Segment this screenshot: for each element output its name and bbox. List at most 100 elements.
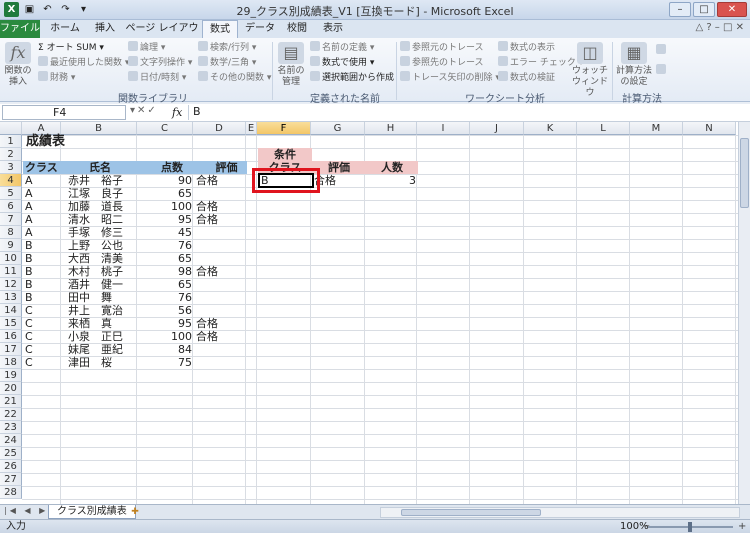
row-header[interactable]: 3: [0, 161, 22, 174]
row-header[interactable]: 19: [0, 369, 22, 382]
check-icon[interactable]: ✓: [147, 105, 157, 116]
criteria-grade-header[interactable]: 評価: [312, 161, 366, 174]
column-header[interactable]: H: [365, 122, 417, 135]
cell-class[interactable]: C: [23, 330, 62, 343]
row-header[interactable]: 2: [0, 148, 22, 161]
cell-grade[interactable]: 合格: [194, 330, 247, 343]
create-from-selection-button[interactable]: 選択範囲から作成: [310, 71, 394, 85]
cell-class[interactable]: A: [23, 226, 62, 239]
row-header[interactable]: 14: [0, 304, 22, 317]
row-header[interactable]: 26: [0, 460, 22, 473]
cell-name[interactable]: 手塚 修三: [62, 226, 138, 239]
row-header[interactable]: 24: [0, 434, 22, 447]
trace-precedents-button[interactable]: 参照元のトレース: [400, 41, 484, 55]
column-header[interactable]: E: [246, 122, 257, 135]
insert-function-button[interactable]: fx 関数の 挿入: [2, 42, 34, 88]
recent-functions-button[interactable]: 最近使用した関数 ▾: [38, 56, 129, 70]
more-functions-button[interactable]: その他の関数 ▾: [198, 71, 271, 85]
cell-score[interactable]: 95: [138, 317, 194, 330]
trace-dependents-button[interactable]: 参照先のトレース: [400, 56, 484, 70]
cell-score[interactable]: 65: [138, 278, 194, 291]
tab-file[interactable]: ファイル: [0, 20, 40, 38]
cell-name[interactable]: 赤井 裕子: [62, 174, 138, 187]
cell-class[interactable]: A: [23, 174, 62, 187]
cell-score[interactable]: 65: [138, 252, 194, 265]
cell-score[interactable]: 76: [138, 239, 194, 252]
row-header[interactable]: 1: [0, 135, 22, 148]
header-score[interactable]: 点数: [138, 161, 194, 174]
row-header[interactable]: 6: [0, 200, 22, 213]
zoom-in-button[interactable]: +: [738, 520, 746, 533]
vertical-scrollbar[interactable]: [738, 122, 750, 504]
cell-grade[interactable]: [194, 239, 247, 252]
cell-grade[interactable]: [194, 252, 247, 265]
row-header[interactable]: 21: [0, 395, 22, 408]
cell-grade[interactable]: [194, 356, 247, 369]
tab-data[interactable]: データ: [242, 20, 278, 38]
column-header[interactable]: C: [137, 122, 193, 135]
cell-class[interactable]: A: [23, 187, 62, 200]
cell-name[interactable]: 加藤 道長: [62, 200, 138, 213]
criteria-label[interactable]: 条件: [258, 148, 312, 161]
cell-class[interactable]: B: [23, 291, 62, 304]
minimize-button[interactable]: –: [669, 2, 691, 17]
worksheet-grid[interactable]: ABCDEFGHIJKLMN 1 2 3 4 5 6 7 8 9 10 11 12 13 14 15 16 17…: [0, 122, 738, 504]
row-header[interactable]: 12: [0, 278, 22, 291]
row-header[interactable]: 27: [0, 473, 22, 486]
cell-class[interactable]: B: [23, 278, 62, 291]
cell-class[interactable]: A: [23, 200, 62, 213]
header-grade[interactable]: 評価: [194, 161, 247, 174]
header-class[interactable]: クラス: [23, 161, 62, 174]
cell-grade[interactable]: 合格: [194, 174, 247, 187]
formula-input[interactable]: B: [188, 105, 746, 120]
cell-grade[interactable]: 合格: [194, 200, 247, 213]
cell-grade[interactable]: [194, 278, 247, 291]
row-header[interactable]: 20: [0, 382, 22, 395]
sheet-title-cell[interactable]: 成績表: [24, 135, 67, 148]
cell-name[interactable]: 清水 昭二: [62, 213, 138, 226]
cell-grade[interactable]: [194, 304, 247, 317]
column-header[interactable]: G: [311, 122, 365, 135]
cell-class[interactable]: C: [23, 343, 62, 356]
calculate-sheet-button[interactable]: [656, 64, 668, 78]
row-header[interactable]: 15: [0, 317, 22, 330]
datetime-button[interactable]: 日付/時刻 ▾: [128, 71, 186, 85]
cell-score[interactable]: 100: [138, 330, 194, 343]
scrollbar-thumb[interactable]: [401, 509, 541, 516]
select-all-corner[interactable]: [0, 122, 22, 135]
row-header[interactable]: 18: [0, 356, 22, 369]
chevron-down-icon[interactable]: ▾: [130, 105, 137, 116]
scrollbar-thumb[interactable]: [740, 138, 749, 208]
maximize-button[interactable]: □: [693, 2, 715, 17]
cell-name[interactable]: 妹尾 亜紀: [62, 343, 138, 356]
autosum-button[interactable]: Σ オート SUM ▾: [38, 41, 104, 55]
cell-grade[interactable]: [194, 187, 247, 200]
criteria-count-value[interactable]: 3: [366, 174, 418, 187]
text-button[interactable]: 文字列操作 ▾: [128, 56, 192, 70]
cell-score[interactable]: 76: [138, 291, 194, 304]
row-header[interactable]: 16: [0, 330, 22, 343]
cell-name[interactable]: 井上 寛治: [62, 304, 138, 317]
cell-score[interactable]: 65: [138, 187, 194, 200]
cell-class[interactable]: A: [23, 213, 62, 226]
cell-name[interactable]: 酒井 健一: [62, 278, 138, 291]
header-name[interactable]: 氏名: [62, 161, 138, 174]
row-header[interactable]: 5: [0, 187, 22, 200]
column-header[interactable]: L: [577, 122, 630, 135]
use-in-formula-button[interactable]: 数式で使用 ▾: [310, 56, 374, 70]
cell-class[interactable]: C: [23, 304, 62, 317]
name-manager-button[interactable]: ▤ 名前の 管理: [276, 42, 306, 88]
cell-class[interactable]: C: [23, 317, 62, 330]
row-header[interactable]: 11: [0, 265, 22, 278]
cell-grade[interactable]: [194, 226, 247, 239]
cell-class[interactable]: B: [23, 239, 62, 252]
cell-score[interactable]: 98: [138, 265, 194, 278]
cell-name[interactable]: 田中 舞: [62, 291, 138, 304]
cell-score[interactable]: 56: [138, 304, 194, 317]
cell-name[interactable]: 木村 桃子: [62, 265, 138, 278]
financial-button[interactable]: 財務 ▾: [38, 71, 75, 85]
cell-name[interactable]: 小泉 正巳: [62, 330, 138, 343]
row-header[interactable]: 28: [0, 486, 22, 499]
column-header[interactable]: M: [630, 122, 683, 135]
tab-formulas[interactable]: 数式: [202, 20, 238, 39]
